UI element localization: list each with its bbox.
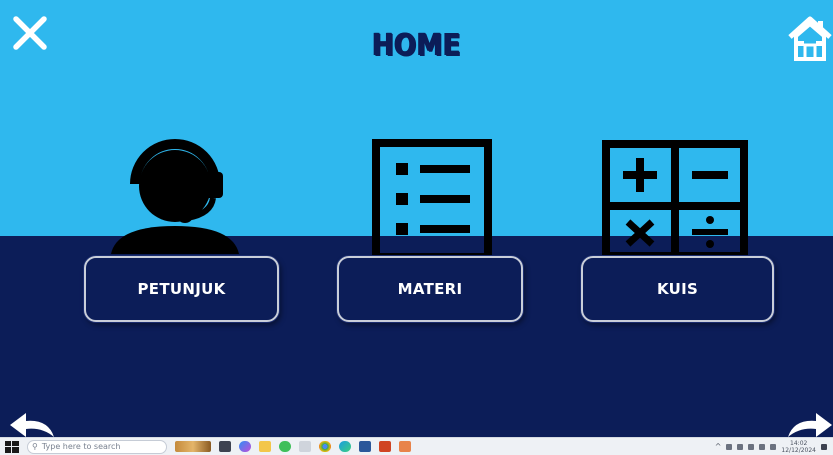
next-arrow-icon[interactable] bbox=[786, 407, 833, 437]
wifi-icon[interactable] bbox=[759, 443, 766, 450]
word-icon[interactable] bbox=[359, 441, 371, 452]
list-document-icon bbox=[372, 139, 492, 261]
battery-icon[interactable] bbox=[748, 443, 755, 450]
page-title: HOME bbox=[372, 28, 461, 63]
materi-button[interactable]: MATERI bbox=[337, 256, 523, 322]
taskbar-search-box[interactable]: ⚲ Type here to search bbox=[27, 439, 167, 454]
clock-time: 14:02 bbox=[790, 439, 808, 447]
kuis-button[interactable]: KUIS bbox=[581, 256, 774, 322]
tray-app-icon[interactable] bbox=[737, 443, 744, 450]
blank-app-icon[interactable] bbox=[299, 441, 311, 452]
food-app-icon[interactable] bbox=[175, 441, 211, 452]
edge-icon[interactable] bbox=[339, 441, 351, 452]
app-window: HOME PETUNJUK MATERI KUIS bbox=[0, 0, 833, 437]
os-taskbar: ⚲ Type here to search ^ 14:02 12/12/2024 bbox=[0, 437, 833, 455]
taskbar-search-placeholder: Type here to search bbox=[41, 442, 121, 451]
windows-start-icon[interactable] bbox=[5, 440, 19, 453]
chevron-up-icon[interactable]: ^ bbox=[715, 442, 722, 451]
close-icon[interactable] bbox=[12, 15, 48, 51]
system-tray: ^ 14:02 12/12/2024 bbox=[715, 440, 827, 454]
notification-icon[interactable] bbox=[821, 443, 827, 450]
media-app-icon[interactable] bbox=[399, 441, 411, 452]
petunjuk-button[interactable]: PETUNJUK bbox=[84, 256, 279, 322]
search-icon: ⚲ bbox=[32, 442, 38, 451]
powerpoint-icon[interactable] bbox=[379, 441, 391, 452]
volume-icon[interactable] bbox=[770, 443, 777, 450]
tray-app-icon[interactable] bbox=[726, 443, 733, 450]
home-icon[interactable] bbox=[788, 15, 832, 61]
back-arrow-icon[interactable] bbox=[8, 407, 58, 437]
taskbar-clock[interactable]: 14:02 12/12/2024 bbox=[781, 440, 816, 454]
calculator-icon bbox=[602, 140, 748, 260]
task-view-icon[interactable] bbox=[219, 441, 231, 452]
headset-user-icon bbox=[111, 139, 239, 254]
file-explorer-icon[interactable] bbox=[259, 441, 271, 452]
whatsapp-icon[interactable] bbox=[279, 441, 291, 452]
clock-date: 12/12/2024 bbox=[781, 446, 816, 454]
chrome-icon[interactable] bbox=[319, 441, 331, 452]
copilot-icon[interactable] bbox=[239, 441, 251, 452]
